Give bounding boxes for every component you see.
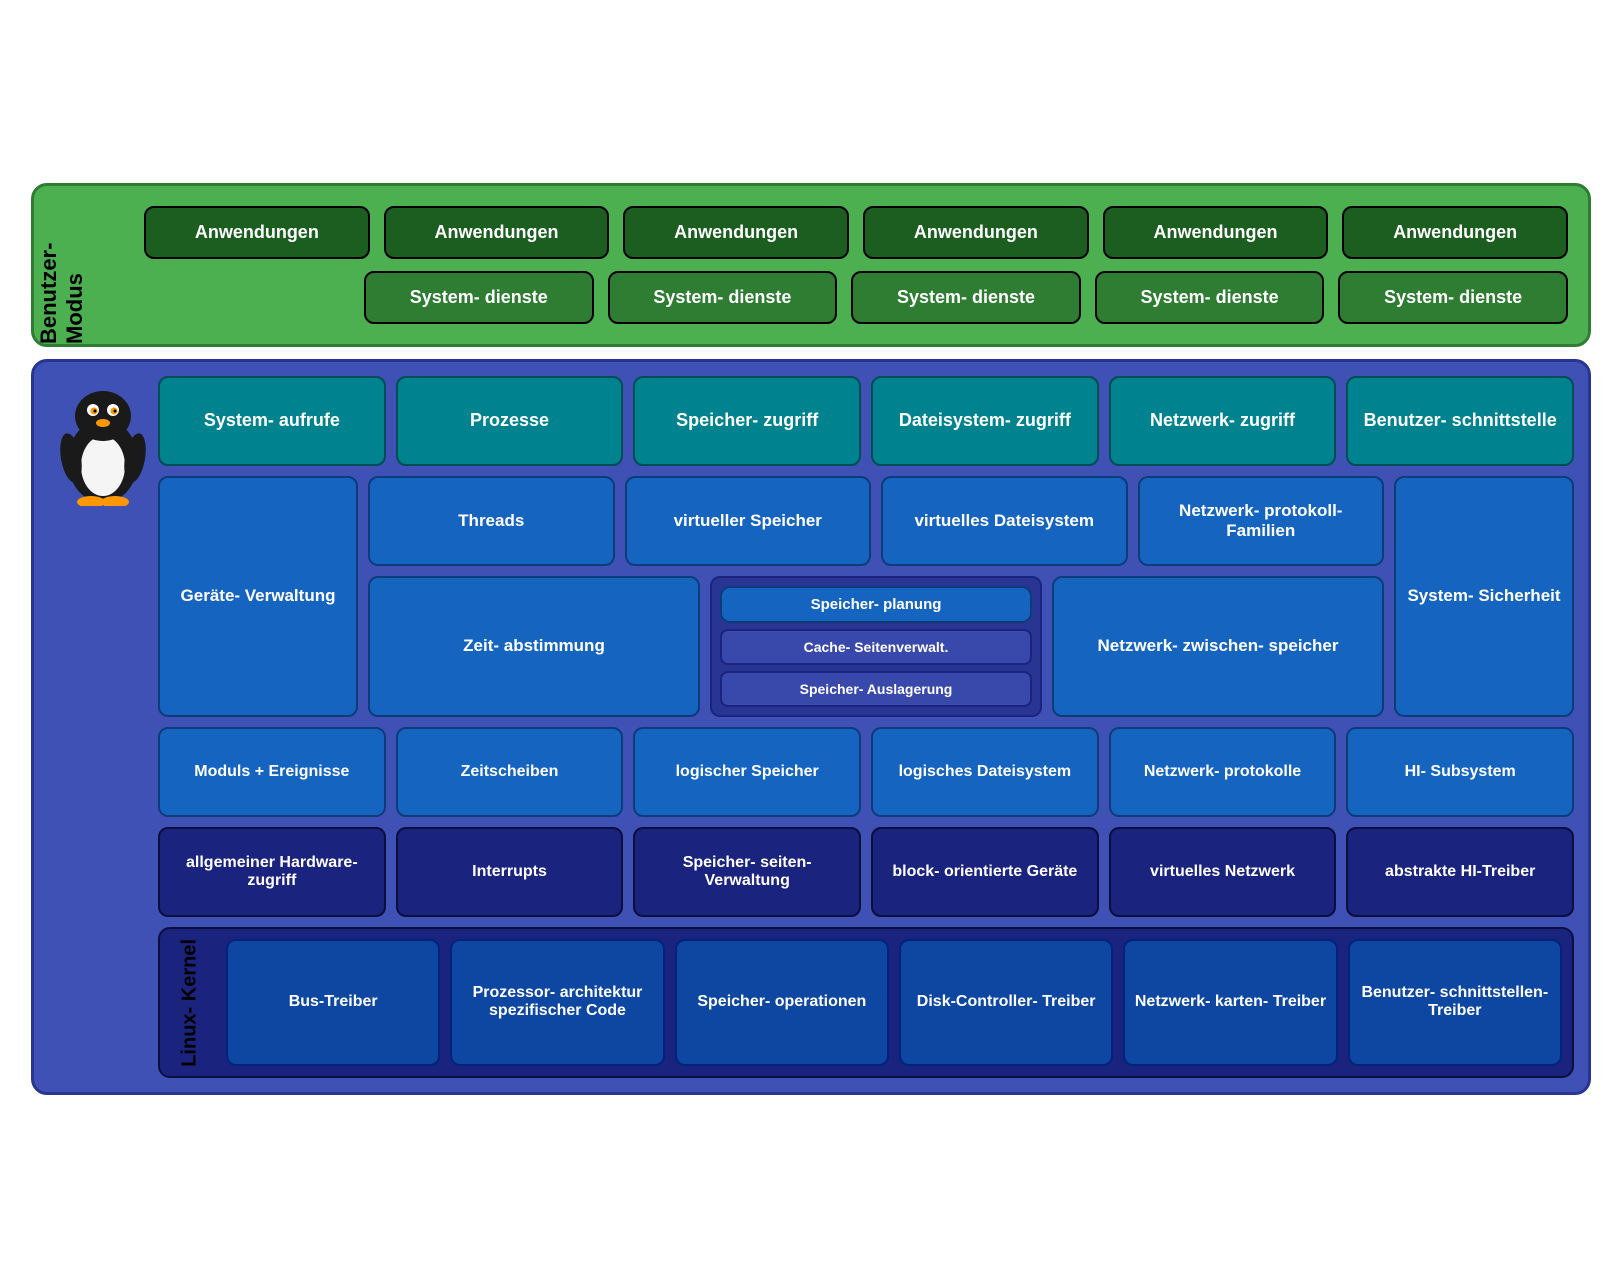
anwendung-1: Anwendungen	[144, 206, 370, 259]
anwendungen-row: Anwendungen Anwendungen Anwendungen Anwe…	[144, 206, 1568, 259]
virtuelles-dateisystem-box: virtuelles Dateisystem	[881, 476, 1128, 566]
netzwerk-protokoll-familien-box: Netzwerk- protokoll- Familien	[1138, 476, 1385, 566]
cache-seitenverwalt-box: Cache- Seitenverwalt.	[720, 629, 1032, 665]
row6-wrapper: Linux- Kernel Bus-Treiber Prozessor- arc…	[158, 927, 1574, 1079]
hi-subsystem-box: HI- Subsystem	[1346, 727, 1574, 817]
allgemeiner-hardwarezugriff-box: allgemeiner Hardware- zugriff	[158, 827, 386, 917]
abstrakte-hi-treiber-box: abstrakte HI-Treiber	[1346, 827, 1574, 917]
row6: Bus-Treiber Prozessor- architektur spezi…	[226, 939, 1562, 1067]
anwendung-6: Anwendungen	[1342, 206, 1568, 259]
benutzerschnittstellen-treiber-box: Benutzer- schnittstellen- Treiber	[1348, 939, 1562, 1067]
benutzer-modus-section: Benutzer- Modus Anwendungen Anwendungen …	[31, 183, 1591, 347]
row3-inner: Zeit- abstimmung Speicher- planung Cache…	[368, 576, 1384, 717]
prozessorarchitektur-box: Prozessor- architektur spezifischer Code	[450, 939, 664, 1067]
middle-area: Threads virtueller Speicher virtuelles D…	[368, 476, 1384, 717]
anwendung-3: Anwendungen	[623, 206, 849, 259]
interrupts-box: Interrupts	[396, 827, 624, 917]
netzwerkzugriff-box: Netzwerk- zugriff	[1109, 376, 1337, 466]
system-sicherheit-box: System- Sicherheit	[1394, 476, 1574, 717]
speicher-auslagerung-box: Speicher- Auslagerung	[720, 671, 1032, 707]
geraete-verwaltung-box: Geräte- Verwaltung	[158, 476, 358, 717]
systemdienste-row: System- dienste System- dienste System- …	[144, 271, 1568, 324]
anwendung-2: Anwendungen	[384, 206, 610, 259]
disk-controller-treiber-box: Disk-Controller- Treiber	[899, 939, 1113, 1067]
linux-kernel-label: Linux- Kernel	[170, 939, 210, 1067]
systemdienst-3: System- dienste	[851, 271, 1081, 324]
systemdienst-1: System- dienste	[364, 271, 594, 324]
speicher-cluster: Speicher- planung Cache- Seitenverwalt. …	[710, 576, 1042, 717]
rows23-area: Geräte- Verwaltung Threads virtueller Sp…	[158, 476, 1574, 717]
syscalls-row: System- aufrufe Prozesse Speicher- zugri…	[158, 376, 1574, 466]
zeitabstimmung-box: Zeit- abstimmung	[368, 576, 700, 717]
netzwerk-protokolle-box: Netzwerk- protokolle	[1109, 727, 1337, 817]
systemdienst-2: System- dienste	[608, 271, 838, 324]
virtueller-speicher-box: virtueller Speicher	[625, 476, 872, 566]
linux-penguin	[53, 386, 153, 506]
systemdienst-5: System- dienste	[1338, 271, 1568, 324]
kernel-content: System- aufrufe Prozesse Speicher- zugri…	[158, 376, 1574, 1079]
penguin-area	[48, 376, 158, 1079]
speicherplanung-box: Speicher- planung	[720, 586, 1032, 623]
moduls-ereignisse-box: Moduls + Ereignisse	[158, 727, 386, 817]
diagram: Benutzer- Modus Anwendungen Anwendungen …	[31, 183, 1591, 1096]
kernel-section: System- aufrufe Prozesse Speicher- zugri…	[31, 359, 1591, 1096]
logischer-speicher-box: logischer Speicher	[633, 727, 861, 817]
anwendung-5: Anwendungen	[1103, 206, 1329, 259]
benutzer-modus-label: Benutzer- Modus	[36, 186, 88, 344]
dateisystemzugriff-box: Dateisystem- zugriff	[871, 376, 1099, 466]
row5: allgemeiner Hardware- zugriff Interrupts…	[158, 827, 1574, 917]
speicherzugriff-box: Speicher- zugriff	[633, 376, 861, 466]
bus-treiber-box: Bus-Treiber	[226, 939, 440, 1067]
netzwerk-zwischenspeicher-box: Netzwerk- zwischen- speicher	[1052, 576, 1384, 717]
virtuelles-netzwerk-box: virtuelles Netzwerk	[1109, 827, 1337, 917]
benutzerschnittstelle-box: Benutzer- schnittstelle	[1346, 376, 1574, 466]
logisches-dateisystem-box: logisches Dateisystem	[871, 727, 1099, 817]
block-orientierte-geraete-box: block- orientierte Geräte	[871, 827, 1099, 917]
threads-box: Threads	[368, 476, 615, 566]
row2-inner: Threads virtueller Speicher virtuelles D…	[368, 476, 1384, 566]
zeitscheiben-box: Zeitscheiben	[396, 727, 624, 817]
netzwerkkarten-treiber-box: Netzwerk- karten- Treiber	[1123, 939, 1337, 1067]
speicherseiten-verwaltung-box: Speicher- seiten- Verwaltung	[633, 827, 861, 917]
systemaufrufe-box: System- aufrufe	[158, 376, 386, 466]
row4: Moduls + Ereignisse Zeitscheiben logisch…	[158, 727, 1574, 817]
systemdienst-4: System- dienste	[1095, 271, 1325, 324]
anwendung-4: Anwendungen	[863, 206, 1089, 259]
speicheroperationen-box: Speicher- operationen	[675, 939, 889, 1067]
prozesse-box: Prozesse	[396, 376, 624, 466]
